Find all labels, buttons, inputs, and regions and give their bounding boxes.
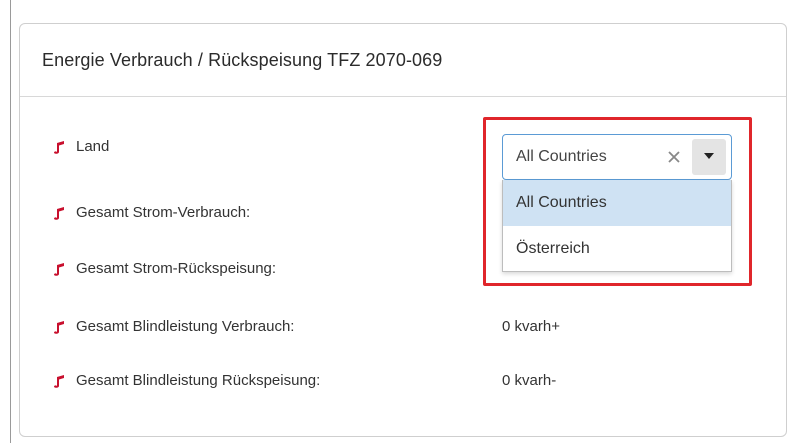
row-strom-verbrauch: Gesamt Strom-Verbrauch: bbox=[52, 204, 250, 221]
row-land: Land bbox=[52, 138, 109, 155]
row-label: Gesamt Blindleistung Rückspeisung: bbox=[76, 372, 321, 389]
row-strom-rueckspeisung: Gesamt Strom-Rückspeisung: bbox=[52, 260, 276, 277]
row-blind-rueckspeisung: Gesamt Blindleistung Rückspeisung: bbox=[52, 372, 320, 389]
music-note-icon bbox=[52, 140, 66, 154]
blind-verbrauch-value: 0 kvarh+ bbox=[502, 318, 560, 335]
row-blind-verbrauch: Gesamt Blindleistung Verbrauch: bbox=[52, 318, 294, 335]
row-label: Gesamt Strom-Verbrauch: bbox=[76, 204, 251, 221]
music-note-icon bbox=[52, 206, 66, 220]
music-note-icon bbox=[52, 320, 66, 334]
music-note-icon bbox=[52, 374, 66, 388]
panel-title: Energie Verbrauch / Rückspeisung TFZ 207… bbox=[20, 24, 786, 97]
row-label: Gesamt Blindleistung Verbrauch: bbox=[76, 318, 295, 335]
row-label: Gesamt Strom-Rückspeisung: bbox=[76, 260, 277, 277]
music-note-icon bbox=[52, 262, 66, 276]
annotation-highlight-frame bbox=[483, 117, 752, 286]
window-edge bbox=[10, 0, 11, 443]
blind-rueckspeisung-value: 0 kvarh- bbox=[502, 372, 557, 389]
row-label: Land bbox=[76, 138, 110, 155]
